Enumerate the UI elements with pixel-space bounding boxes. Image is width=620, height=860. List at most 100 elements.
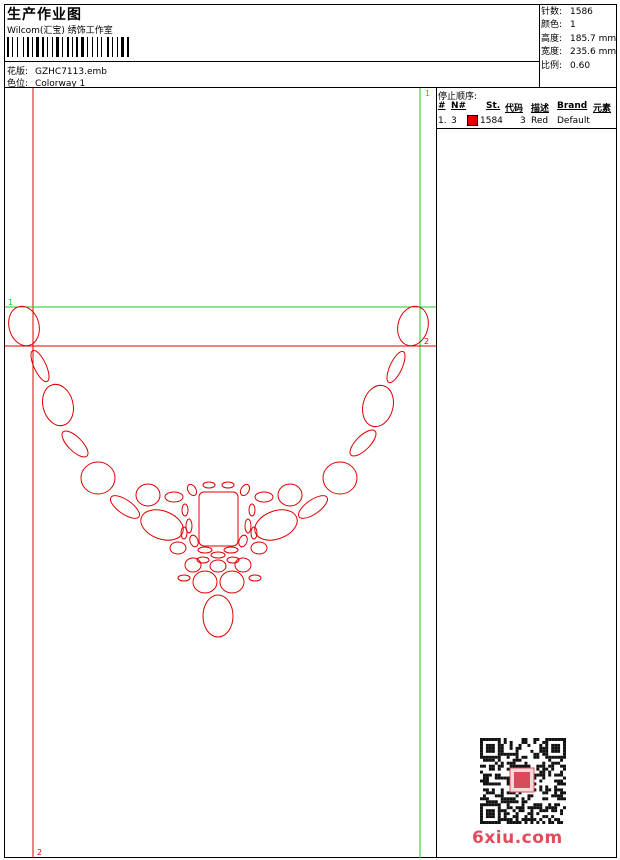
qr-module bbox=[539, 770, 543, 774]
qr-module bbox=[497, 749, 501, 753]
stone-shape bbox=[177, 574, 191, 582]
qr-module bbox=[548, 755, 552, 759]
qr-module bbox=[524, 818, 528, 822]
qr-module bbox=[521, 806, 525, 810]
qr-module bbox=[554, 755, 558, 759]
qr-module bbox=[518, 764, 522, 768]
qr-module bbox=[551, 821, 555, 824]
qr-module bbox=[503, 776, 507, 780]
stone-shape bbox=[234, 557, 252, 573]
qr-module bbox=[497, 812, 501, 816]
qr-module bbox=[533, 803, 537, 807]
qr-module bbox=[485, 782, 489, 786]
qr-module bbox=[551, 794, 555, 798]
qr-module bbox=[521, 738, 525, 741]
qr-module bbox=[503, 815, 507, 819]
qr-module bbox=[500, 818, 504, 822]
qr-module bbox=[545, 755, 549, 759]
qr-module bbox=[512, 821, 516, 824]
stone-shape bbox=[169, 541, 187, 555]
stone-shape bbox=[254, 509, 298, 541]
qr-module bbox=[480, 797, 483, 801]
qr-module bbox=[488, 782, 492, 786]
qr-module bbox=[554, 773, 558, 777]
qr-module bbox=[491, 767, 495, 771]
stone-shape bbox=[181, 503, 189, 517]
qr-module bbox=[560, 773, 564, 777]
qr-code bbox=[480, 738, 566, 824]
qr-module bbox=[500, 791, 504, 795]
qr-module bbox=[500, 746, 504, 750]
qr-module bbox=[480, 812, 483, 816]
qr-module bbox=[494, 776, 498, 780]
qr-module bbox=[503, 818, 507, 822]
qr-module bbox=[545, 806, 549, 810]
qr-module bbox=[503, 797, 507, 801]
qr-module bbox=[480, 743, 483, 747]
qr-module bbox=[563, 752, 566, 756]
qr-module bbox=[560, 821, 564, 824]
qr-module bbox=[551, 755, 555, 759]
stone-shape bbox=[248, 574, 262, 582]
stone-shape bbox=[164, 491, 184, 503]
qr-module bbox=[494, 800, 498, 804]
qr-module bbox=[488, 809, 492, 813]
qr-module bbox=[500, 788, 504, 792]
qr-module bbox=[530, 812, 534, 816]
qr-module bbox=[480, 740, 483, 744]
qr-module bbox=[480, 764, 483, 768]
qr-module bbox=[482, 797, 486, 801]
stone-shape bbox=[221, 481, 235, 489]
stone-shape bbox=[184, 557, 202, 573]
qr-module bbox=[488, 812, 492, 816]
qr-module bbox=[500, 809, 504, 813]
qr-module bbox=[491, 809, 495, 813]
qr-module bbox=[491, 746, 495, 750]
qr-module bbox=[557, 797, 561, 801]
stone-shape bbox=[80, 461, 116, 495]
stone-shape bbox=[248, 503, 256, 517]
qr-module bbox=[548, 773, 552, 777]
guide-label-green-top: 1 bbox=[425, 89, 431, 98]
qr-module bbox=[494, 738, 498, 741]
qr-module bbox=[515, 821, 519, 824]
qr-module bbox=[521, 755, 525, 759]
qr-module bbox=[497, 743, 501, 747]
qr-module bbox=[480, 752, 483, 756]
qr-module bbox=[488, 773, 492, 777]
qr-module bbox=[554, 791, 558, 795]
qr-module bbox=[509, 746, 513, 750]
stone-shape bbox=[110, 495, 140, 519]
qr-module bbox=[542, 773, 546, 777]
qr-module bbox=[497, 764, 501, 768]
qr-module bbox=[557, 738, 561, 741]
qr-module bbox=[488, 767, 492, 771]
qr-module bbox=[494, 821, 498, 824]
qr-module bbox=[503, 738, 507, 741]
qr-module bbox=[497, 809, 501, 813]
qr-module bbox=[497, 738, 501, 741]
qr-module bbox=[506, 812, 510, 816]
qr-module bbox=[527, 806, 531, 810]
qr-module bbox=[554, 738, 558, 741]
qr-module bbox=[557, 746, 561, 750]
qr-module bbox=[480, 755, 483, 759]
qr-module bbox=[560, 770, 564, 774]
qr-module bbox=[518, 746, 522, 750]
qr-module bbox=[515, 812, 519, 816]
qr-module bbox=[548, 821, 552, 824]
qr-module bbox=[557, 749, 561, 753]
qr-module bbox=[533, 738, 537, 741]
qr-module bbox=[554, 743, 558, 747]
qr-module bbox=[506, 818, 510, 822]
stone-shape bbox=[30, 349, 50, 383]
qr-module bbox=[536, 803, 540, 807]
design-canvas bbox=[5, 88, 436, 858]
qr-module bbox=[491, 821, 495, 824]
qr-module bbox=[536, 806, 540, 810]
qr-module bbox=[524, 815, 528, 819]
qr-module bbox=[515, 794, 519, 798]
qr-module bbox=[485, 791, 489, 795]
qr-module bbox=[497, 782, 501, 786]
qr-module bbox=[551, 815, 555, 819]
